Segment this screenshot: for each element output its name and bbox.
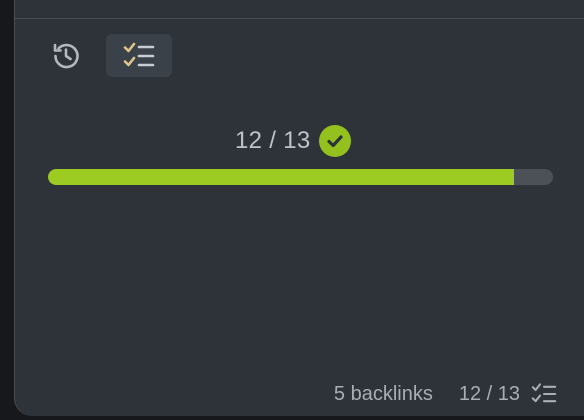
progress-bar <box>48 169 553 185</box>
panel-divider <box>15 18 584 19</box>
status-bar: 5 backlinks 12 / 13 <box>334 380 558 408</box>
checklist-icon <box>122 41 156 71</box>
status-tasks-count[interactable]: 12 / 13 <box>459 383 520 406</box>
tab-tasks[interactable] <box>106 34 172 77</box>
checklist-icon[interactable] <box>530 382 558 406</box>
tasks-panel: 12 / 13 5 backlinks 12 / 13 <box>14 0 584 416</box>
backlinks-count[interactable]: 5 backlinks <box>334 383 433 406</box>
progress-fill <box>48 169 515 185</box>
window-frame: 12 / 13 5 backlinks 12 / 13 <box>0 0 584 420</box>
progress-count: 12 / 13 <box>235 127 311 154</box>
tab-history[interactable] <box>33 34 99 77</box>
check-circle-icon <box>318 125 351 157</box>
progress-summary: 12 / 13 <box>235 124 351 158</box>
history-icon <box>50 40 82 72</box>
